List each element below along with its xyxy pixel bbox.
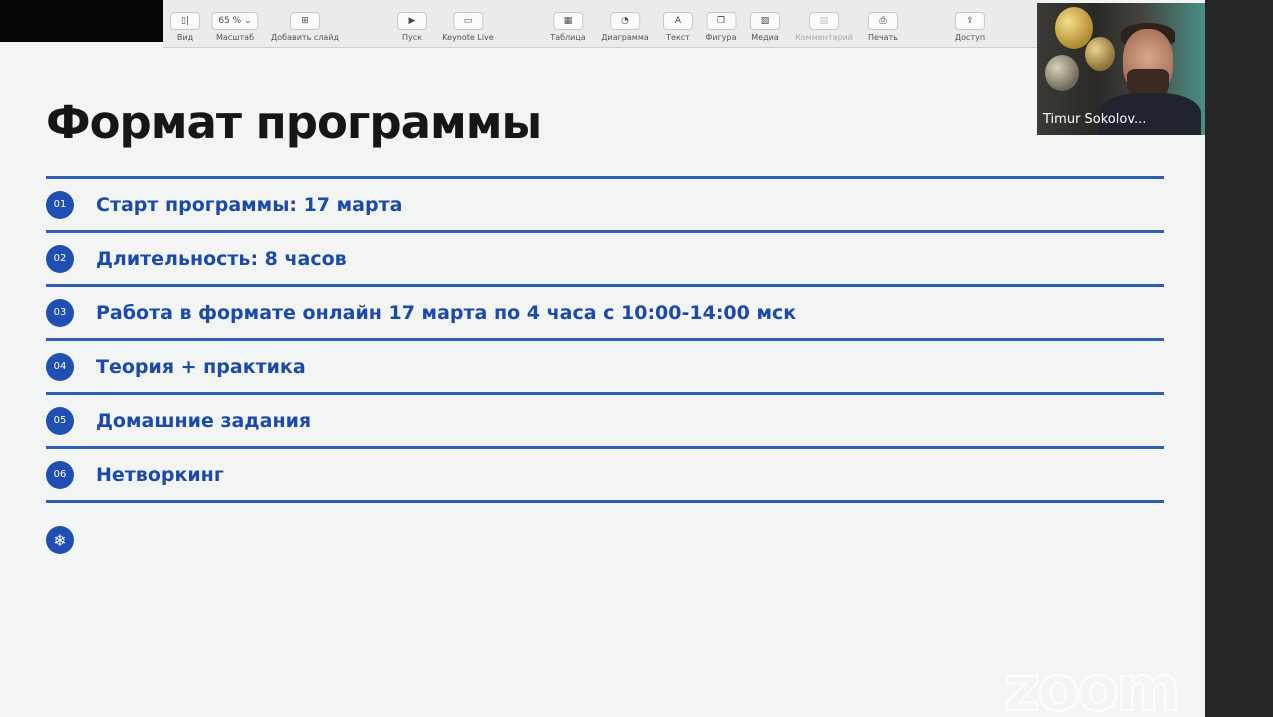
number-badge: 02 bbox=[46, 244, 74, 273]
toolbar-share[interactable]: ⇪ Доступ bbox=[955, 12, 985, 42]
toolbar-label: Таблица bbox=[550, 33, 586, 42]
comment-icon[interactable]: ▤ bbox=[809, 12, 839, 30]
toolbar-zoom[interactable]: 65 % ⌄ Масштаб bbox=[211, 12, 259, 42]
toolbar-label: Пуск bbox=[402, 33, 422, 42]
play-icon[interactable]: ▶ bbox=[397, 12, 427, 30]
text-icon[interactable]: A bbox=[663, 12, 693, 30]
toolbar-label: Доступ bbox=[954, 33, 986, 42]
list-item: 01 Старт программы: 17 марта bbox=[46, 179, 1164, 230]
print-icon[interactable]: ⎙ bbox=[868, 12, 898, 30]
list-item-text: Нетворкинг bbox=[96, 463, 224, 486]
list-item-text: Домашние задания bbox=[96, 409, 312, 432]
toolbar-play[interactable]: ▶ Пуск bbox=[397, 12, 427, 42]
add-slide-icon[interactable]: ⊞ bbox=[290, 12, 320, 30]
toolbar-label: Текст bbox=[666, 33, 690, 42]
list-item: 06 Нетворкинг bbox=[46, 449, 1164, 500]
toolbar-label: Фигура bbox=[705, 33, 737, 42]
list-item-text: Длительность: 8 часов bbox=[96, 247, 347, 270]
right-dark-bar bbox=[1205, 0, 1273, 717]
list-item: 04 Теория + практика bbox=[46, 341, 1164, 392]
divider bbox=[46, 500, 1164, 503]
black-overlay bbox=[0, 0, 163, 42]
list-item: 02 Длительность: 8 часов bbox=[46, 233, 1164, 284]
toolbar-label: Печать bbox=[868, 33, 898, 42]
zoom-watermark: zoom bbox=[1003, 651, 1182, 717]
list-item: 03 Работа в формате онлайн 17 марта по 4… bbox=[46, 287, 1164, 338]
toolbar-label: Масштаб bbox=[215, 33, 255, 42]
toolbar-shape[interactable]: ❐ Фигура bbox=[705, 12, 737, 42]
toolbar-chart[interactable]: ◔ Диаграмма bbox=[601, 12, 649, 42]
toolbar-label: Keynote Live bbox=[442, 33, 494, 42]
share-icon[interactable]: ⇪ bbox=[954, 12, 985, 30]
zoom-level-select[interactable]: 65 % ⌄ bbox=[211, 12, 259, 30]
view-icon[interactable]: ▯| bbox=[170, 12, 200, 30]
list-item: 05 Домашние задания bbox=[46, 395, 1164, 446]
chart-icon[interactable]: ◔ bbox=[609, 12, 640, 30]
toolbar-text[interactable]: A Текст bbox=[663, 12, 693, 42]
table-icon[interactable]: ▦ bbox=[552, 12, 583, 30]
toolbar-comment[interactable]: ▤ Комментарий bbox=[795, 12, 853, 42]
toolbar-print[interactable]: ⎙ Печать bbox=[868, 12, 898, 42]
number-badge: 04 bbox=[46, 352, 74, 381]
number-badge: 01 bbox=[46, 190, 74, 219]
toolbar-media[interactable]: ▨ Медиа bbox=[750, 12, 780, 42]
number-badge: 06 bbox=[46, 460, 74, 489]
number-badge: 05 bbox=[46, 406, 74, 435]
toolbar-label: Добавить слайд bbox=[271, 33, 339, 42]
toolbar-label: Комментарий bbox=[795, 33, 853, 42]
toolbar-view[interactable]: ▯| Вид bbox=[170, 12, 200, 42]
keynote-toolbar: ▯| Вид 65 % ⌄ Масштаб ⊞ Добавить слайд ▶… bbox=[163, 0, 1037, 48]
program-format-list: 01 Старт программы: 17 марта 02 Длительн… bbox=[46, 176, 1164, 503]
participant-video[interactable]: Timur Sokolov... bbox=[1037, 3, 1205, 135]
keynote-live-icon[interactable]: ▭ bbox=[453, 12, 483, 30]
toolbar-add-slide[interactable]: ⊞ Добавить слайд bbox=[271, 12, 339, 42]
toolbar-table[interactable]: ▦ Таблица bbox=[550, 12, 586, 42]
shape-icon[interactable]: ❐ bbox=[705, 12, 736, 30]
list-item-text: Работа в формате онлайн 17 марта по 4 ча… bbox=[96, 301, 797, 324]
media-icon[interactable]: ▨ bbox=[750, 12, 780, 30]
list-item-text: Теория + практика bbox=[96, 355, 306, 378]
number-badge: 03 bbox=[46, 298, 74, 327]
participant-name: Timur Sokolov... bbox=[1043, 112, 1147, 127]
snowflake-icon: ❄ bbox=[46, 526, 74, 554]
toolbar-label: Вид bbox=[176, 33, 194, 42]
list-item-text: Старт программы: 17 марта bbox=[96, 193, 403, 216]
slide-title: Формат программы bbox=[46, 96, 542, 149]
toolbar-keynote-live[interactable]: ▭ Keynote Live bbox=[442, 12, 494, 42]
balloon bbox=[1085, 37, 1115, 71]
toolbar-label: Медиа bbox=[751, 33, 779, 42]
balloon bbox=[1045, 55, 1079, 91]
toolbar-label: Диаграмма bbox=[601, 33, 649, 42]
